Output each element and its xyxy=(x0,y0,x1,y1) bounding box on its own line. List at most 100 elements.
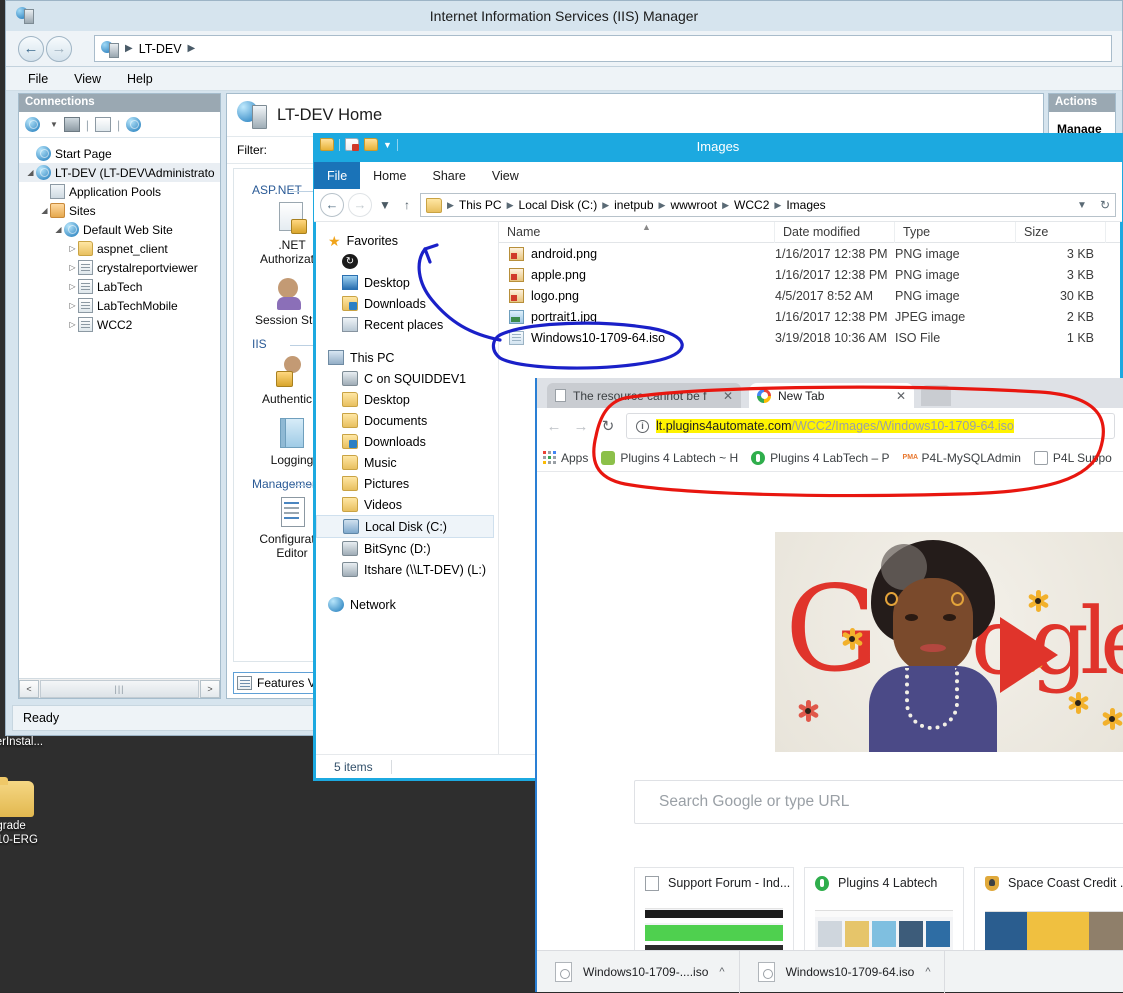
address-bar[interactable]: i lt.plugins4automate.com/WCC2/Images/Wi… xyxy=(626,413,1115,439)
nav-item-downloads[interactable]: Downloads xyxy=(316,431,498,452)
nav-item-itshare-lt-dev-l[interactable]: Itshare (\\LT-DEV) (L:) xyxy=(316,559,498,580)
tree-item-lt-dev-lt-dev-administrato[interactable]: ◢LT-DEV (LT-DEV\Administrato xyxy=(19,163,220,182)
back-button[interactable]: ← xyxy=(320,193,344,217)
save-icon[interactable] xyxy=(64,117,80,132)
download-item-2[interactable]: Windows10-1709-64.iso ^ xyxy=(740,951,946,993)
connections-toolbar[interactable]: ▼ | | xyxy=(19,112,220,138)
connections-tree[interactable]: Start Page◢LT-DEV (LT-DEV\AdministratoAp… xyxy=(19,140,220,676)
chevron-up-icon[interactable]: ^ xyxy=(719,966,724,978)
explorer-titlebar[interactable]: ▼ Images xyxy=(314,134,1122,162)
tab-share[interactable]: Share xyxy=(420,162,479,189)
page-info-icon[interactable]: i xyxy=(636,420,649,433)
tree-item-labtechmobile[interactable]: ▷LabTechMobile xyxy=(19,296,220,315)
explorer-breadcrumb[interactable]: ▶ This PC ▶ Local Disk (C:) ▶ inetpub ▶ … xyxy=(420,193,1116,217)
tab-home[interactable]: Home xyxy=(360,162,419,189)
file-row[interactable]: Windows10-1709-64.iso3/19/2018 10:36 AMI… xyxy=(499,327,1120,348)
downloads-bar[interactable]: Windows10-1709-....iso ^ Windows10-1709-… xyxy=(537,950,1123,992)
column-date-modified[interactable]: Date modified xyxy=(775,222,895,243)
file-name-cell[interactable]: portrait1.jpg xyxy=(499,310,775,324)
close-icon[interactable]: ✕ xyxy=(723,389,733,403)
breadcrumb-this-pc[interactable]: This PC xyxy=(459,198,502,212)
tree-item-crystalreportviewer[interactable]: ▷crystalreportviewer xyxy=(19,258,220,277)
file-list-column-headers[interactable]: Name Date modified Type Size ▲ xyxy=(499,222,1120,243)
nav-item-music[interactable]: Music xyxy=(316,452,498,473)
chrome-tab-strip[interactable]: The resource cannot be f ✕ New Tab ✕ xyxy=(537,378,1123,408)
chrome-browser-window[interactable]: The resource cannot be f ✕ New Tab ✕ ← →… xyxy=(535,378,1123,992)
chevron-up-icon[interactable]: ^ xyxy=(925,966,930,978)
column-type[interactable]: Type xyxy=(895,222,1016,243)
breadcrumb-wwwroot[interactable]: wwwroot xyxy=(670,198,717,212)
tree-item-default-web-site[interactable]: ◢Default Web Site xyxy=(19,220,220,239)
nav-item-c-on-squiddev1[interactable]: C on SQUIDDEV1 xyxy=(316,368,498,389)
close-icon[interactable]: ✕ xyxy=(896,389,906,403)
nav-item-this-pc[interactable]: This PC xyxy=(316,347,498,368)
nav-item-desktop[interactable]: Desktop xyxy=(316,389,498,410)
bookmark-plugins4labtech-h[interactable]: Plugins 4 Labtech ~ H xyxy=(601,451,738,465)
folder-icon[interactable] xyxy=(0,777,34,819)
new-tab-button[interactable] xyxy=(921,385,951,406)
twisty-expanded-icon[interactable]: ◢ xyxy=(25,168,36,177)
iis-forward-button[interactable]: → xyxy=(46,36,72,62)
file-name-cell[interactable]: android.png xyxy=(499,247,775,261)
file-row[interactable]: android.png1/16/2017 12:38 PMPNG image3 … xyxy=(499,243,1120,264)
twisty-collapsed-icon[interactable]: ▷ xyxy=(67,244,78,253)
nav-item-downloads[interactable]: Downloads xyxy=(316,293,498,314)
menu-view[interactable]: View xyxy=(74,72,101,86)
bookmark-apps[interactable]: Apps xyxy=(543,451,588,465)
desktop-icon-label-1[interactable]: verInstal... xyxy=(0,735,120,749)
explorer-navigation-pane[interactable]: ★Favorites↻DesktopDownloadsRecent places… xyxy=(316,222,499,754)
file-row[interactable]: logo.png4/5/2017 8:52 AMPNG image30 KB xyxy=(499,285,1120,306)
chevron-down-icon[interactable]: ▼ xyxy=(1077,200,1087,211)
tree-item-sites[interactable]: ◢Sites xyxy=(19,201,220,220)
refresh-icon[interactable]: ↻ xyxy=(1100,198,1110,212)
bookmark-p4l-mysqladmin[interactable]: PMA P4L-MySQLAdmin xyxy=(903,451,1021,465)
tab-file[interactable]: File xyxy=(314,162,360,189)
tab-new-tab[interactable]: New Tab ✕ xyxy=(749,383,914,408)
file-name-cell[interactable]: logo.png xyxy=(499,289,775,303)
download-item-1[interactable]: Windows10-1709-....iso ^ xyxy=(537,951,740,993)
twisty-expanded-icon[interactable]: ◢ xyxy=(39,206,50,215)
tab-view[interactable]: View xyxy=(479,162,532,189)
tree-item-aspnet-client[interactable]: ▷aspnet_client xyxy=(19,239,220,258)
nav-item-recent-places[interactable]: Recent places xyxy=(316,314,498,335)
bookmark-p4l-support[interactable]: P4L Suppo xyxy=(1034,451,1112,465)
chrome-toolbar[interactable]: ← → ↻ i lt.plugins4automate.com/WCC2/Ima… xyxy=(537,408,1123,444)
breadcrumb-images[interactable]: Images xyxy=(786,198,825,212)
twisty-expanded-icon[interactable]: ◢ xyxy=(53,225,64,234)
google-doodle[interactable]: G o g l e xyxy=(775,532,1123,752)
forward-button[interactable]: → xyxy=(348,193,372,217)
tree-item-start-page[interactable]: Start Page xyxy=(19,144,220,163)
breadcrumb-local-disk[interactable]: Local Disk (C:) xyxy=(519,198,598,212)
search-input[interactable]: Search Google or type URL xyxy=(634,780,1123,824)
nav-item-pictures[interactable]: Pictures xyxy=(316,473,498,494)
breadcrumb-inetpub[interactable]: inetpub xyxy=(614,198,653,212)
desktop-icon-label-2[interactable]: pgrade n10-ERG xyxy=(0,819,120,847)
column-size[interactable]: Size xyxy=(1016,222,1106,243)
menu-file[interactable]: File xyxy=(28,72,48,86)
twisty-collapsed-icon[interactable]: ▷ xyxy=(67,320,78,329)
iis-back-button[interactable]: ← xyxy=(18,36,44,62)
iis-menu-bar[interactable]: File View Help xyxy=(6,67,1122,91)
connections-hscrollbar[interactable]: < ||| > xyxy=(19,678,220,698)
twisty-collapsed-icon[interactable]: ▷ xyxy=(67,282,78,291)
scroll-thumb[interactable]: ||| xyxy=(40,680,199,698)
play-button-icon[interactable] xyxy=(1000,617,1058,693)
iis-breadcrumb[interactable]: ▶ LT-DEV ▶ xyxy=(94,35,1112,62)
nav-item-bitsync-d[interactable]: BitSync (D:) xyxy=(316,538,498,559)
chevron-down-icon[interactable]: ▼ xyxy=(50,120,58,129)
column-name[interactable]: Name xyxy=(499,222,775,243)
twisty-collapsed-icon[interactable]: ▷ xyxy=(67,301,78,310)
breadcrumb-wcc2[interactable]: WCC2 xyxy=(734,198,769,212)
twisty-collapsed-icon[interactable]: ▷ xyxy=(67,263,78,272)
nav-item-local-disk-c[interactable]: Local Disk (C:) xyxy=(316,515,494,538)
explorer-navigation-bar[interactable]: ← → ▼ ↑ ▶ This PC ▶ Local Disk (C:) ▶ in… xyxy=(314,189,1122,222)
up-button[interactable]: ↑ xyxy=(398,198,416,212)
tree-item-labtech[interactable]: ▷LabTech xyxy=(19,277,220,296)
export-icon[interactable] xyxy=(95,117,111,132)
menu-help[interactable]: Help xyxy=(127,72,153,86)
file-row[interactable]: portrait1.jpg1/16/2017 12:38 PMJPEG imag… xyxy=(499,306,1120,327)
nav-item-documents[interactable]: Documents xyxy=(316,410,498,431)
iis-titlebar[interactable]: Internet Information Services (IIS) Mana… xyxy=(6,1,1122,31)
file-name-cell[interactable]: Windows10-1709-64.iso xyxy=(499,331,775,345)
file-rows[interactable]: android.png1/16/2017 12:38 PMPNG image3 … xyxy=(499,243,1120,348)
